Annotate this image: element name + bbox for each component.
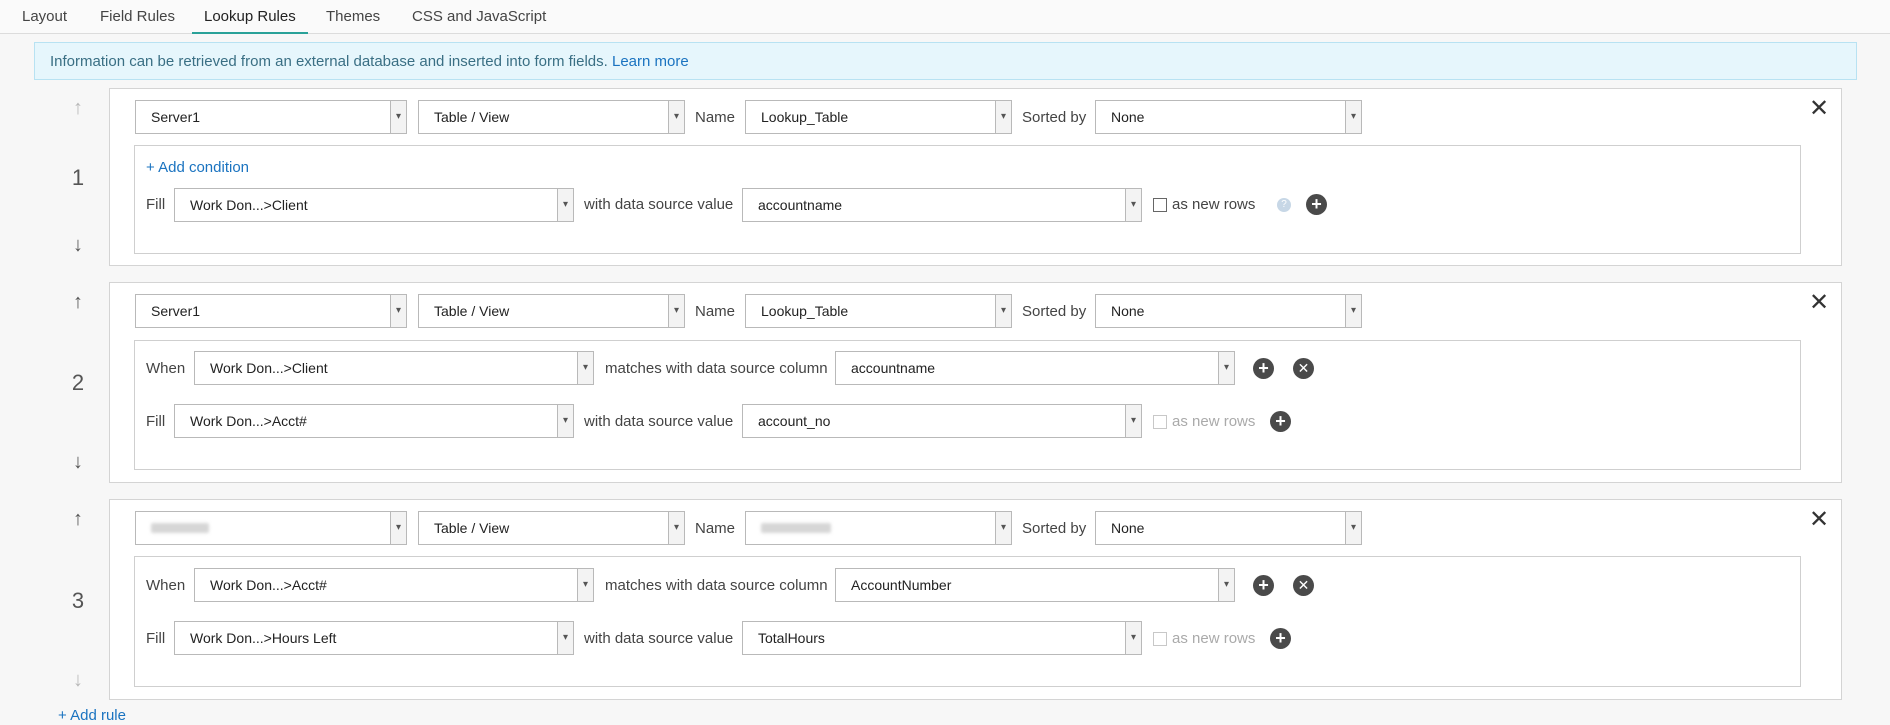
add-fill-plus-icon[interactable]: + (1270, 411, 1291, 432)
with-value-label: with data source value (584, 196, 734, 213)
learn-more-link[interactable]: Learn more (612, 53, 689, 70)
as-new-rows-checkbox (1153, 632, 1167, 646)
chevron-down-icon: ▾ (1218, 569, 1234, 601)
fill-label: Fill (146, 196, 166, 213)
fill-value-select[interactable]: account_no ▾ (742, 404, 1142, 438)
fill-value-select[interactable]: TotalHours ▾ (742, 621, 1142, 655)
add-condition-plus-icon[interactable]: + (1253, 358, 1274, 379)
move-down-arrow-icon: ↓ (73, 669, 83, 691)
when-field-select[interactable]: Work Don...>Acct# ▾ (194, 568, 594, 602)
with-value-label: with data source value (584, 413, 734, 430)
tab-lookup-rules[interactable]: Lookup Rules (192, 8, 308, 34)
chevron-down-icon: ▾ (1125, 405, 1141, 437)
tab-bar: Layout Field Rules Lookup Rules Themes C… (0, 0, 1890, 34)
add-fill-plus-icon[interactable]: + (1270, 628, 1291, 649)
sorted-by-label: Sorted by (1022, 520, 1087, 537)
tab-layout[interactable]: Layout (10, 8, 79, 34)
source-type-select[interactable]: Table / View ▾ (418, 100, 685, 134)
server-select[interactable]: Server1 ▾ (135, 294, 407, 328)
redacted-server-value (151, 523, 209, 533)
as-new-rows-checkbox (1153, 415, 1167, 429)
with-value-label: with data source value (584, 630, 734, 647)
redacted-table-value (761, 523, 831, 533)
fill-field-select[interactable]: Work Don...>Hours Left ▾ (174, 621, 574, 655)
chevron-down-icon: ▾ (668, 295, 684, 327)
table-name-select[interactable]: Lookup_Table ▾ (745, 100, 1012, 134)
sorted-by-select[interactable]: None ▾ (1095, 100, 1362, 134)
chevron-down-icon: ▾ (1345, 101, 1361, 133)
when-column-select[interactable]: accountname ▾ (835, 351, 1235, 385)
chevron-down-icon: ▾ (995, 295, 1011, 327)
chevron-down-icon: ▾ (1218, 352, 1234, 384)
rule-number: 1 (71, 165, 85, 190)
chevron-down-icon: ▾ (668, 101, 684, 133)
chevron-down-icon: ▾ (1345, 295, 1361, 327)
add-rule-link[interactable]: + Add rule (58, 707, 126, 724)
add-condition-plus-icon[interactable]: + (1253, 575, 1274, 596)
server-select[interactable]: Server1 ▾ (135, 100, 407, 134)
add-fill-plus-icon[interactable]: + (1306, 194, 1327, 215)
chevron-down-icon: ▾ (390, 295, 406, 327)
tab-themes[interactable]: Themes (314, 8, 392, 34)
as-new-rows-label: as new rows (1172, 413, 1256, 430)
chevron-down-icon: ▾ (995, 512, 1011, 544)
help-icon[interactable]: ? (1277, 198, 1291, 212)
as-new-rows-label: as new rows (1172, 630, 1256, 647)
tab-css-javascript[interactable]: CSS and JavaScript (400, 8, 558, 34)
fill-value-select[interactable]: accountname ▾ (742, 188, 1142, 222)
name-label: Name (695, 303, 736, 320)
chevron-down-icon: ▾ (577, 569, 593, 601)
when-column-select[interactable]: AccountNumber ▾ (835, 568, 1235, 602)
sorted-by-select[interactable]: None ▾ (1095, 294, 1362, 328)
remove-condition-x-icon[interactable]: ✕ (1293, 358, 1314, 379)
fill-field-select[interactable]: Work Don...>Client ▾ (174, 188, 574, 222)
sorted-by-label: Sorted by (1022, 303, 1087, 320)
table-name-select[interactable]: ▾ (745, 511, 1012, 545)
tab-field-rules[interactable]: Field Rules (88, 8, 187, 34)
chevron-down-icon: ▾ (1125, 622, 1141, 654)
chevron-down-icon: ▾ (557, 189, 573, 221)
add-condition-link[interactable]: + Add condition (146, 159, 249, 176)
sorted-by-label: Sorted by (1022, 109, 1087, 126)
move-up-arrow-icon[interactable]: ↑ (66, 507, 90, 531)
chevron-down-icon: ▾ (557, 622, 573, 654)
move-up-arrow-icon: ↑ (73, 97, 83, 119)
rule-number: 3 (71, 588, 85, 613)
chevron-down-icon: ▾ (1125, 189, 1141, 221)
table-name-select[interactable]: Lookup_Table ▾ (745, 294, 1012, 328)
chevron-down-icon: ▾ (1345, 512, 1361, 544)
when-field-select[interactable]: Work Don...>Client ▾ (194, 351, 594, 385)
fill-label: Fill (146, 630, 166, 647)
close-icon[interactable]: ✕ (1807, 291, 1831, 316)
source-type-select[interactable]: Table / View ▾ (418, 511, 685, 545)
move-down-arrow-icon[interactable]: ↓ (66, 450, 90, 474)
chevron-down-icon: ▾ (995, 101, 1011, 133)
matches-label: matches with data source column (605, 360, 828, 377)
rule-number: 2 (71, 370, 85, 395)
source-type-select[interactable]: Table / View ▾ (418, 294, 685, 328)
fill-field-select[interactable]: Work Don...>Acct# ▾ (174, 404, 574, 438)
close-icon[interactable]: ✕ (1807, 508, 1831, 533)
server-select[interactable]: ▾ (135, 511, 407, 545)
matches-label: matches with data source column (605, 577, 828, 594)
close-icon[interactable]: ✕ (1807, 97, 1831, 122)
name-label: Name (695, 109, 736, 126)
sorted-by-select[interactable]: None ▾ (1095, 511, 1362, 545)
remove-condition-x-icon[interactable]: ✕ (1293, 575, 1314, 596)
move-up-arrow-icon[interactable]: ↑ (66, 290, 90, 314)
chevron-down-icon: ▾ (390, 512, 406, 544)
name-label: Name (695, 520, 736, 537)
chevron-down-icon: ▾ (668, 512, 684, 544)
chevron-down-icon: ▾ (557, 405, 573, 437)
when-label: When (146, 360, 186, 377)
info-text: Information can be retrieved from an ext… (50, 53, 608, 70)
move-down-arrow-icon[interactable]: ↓ (66, 233, 90, 257)
when-label: When (146, 577, 186, 594)
info-banner: Information can be retrieved from an ext… (34, 42, 1857, 80)
as-new-rows-label: as new rows (1172, 196, 1256, 213)
as-new-rows-checkbox[interactable] (1153, 198, 1167, 212)
chevron-down-icon: ▾ (390, 101, 406, 133)
fill-label: Fill (146, 413, 166, 430)
chevron-down-icon: ▾ (577, 352, 593, 384)
